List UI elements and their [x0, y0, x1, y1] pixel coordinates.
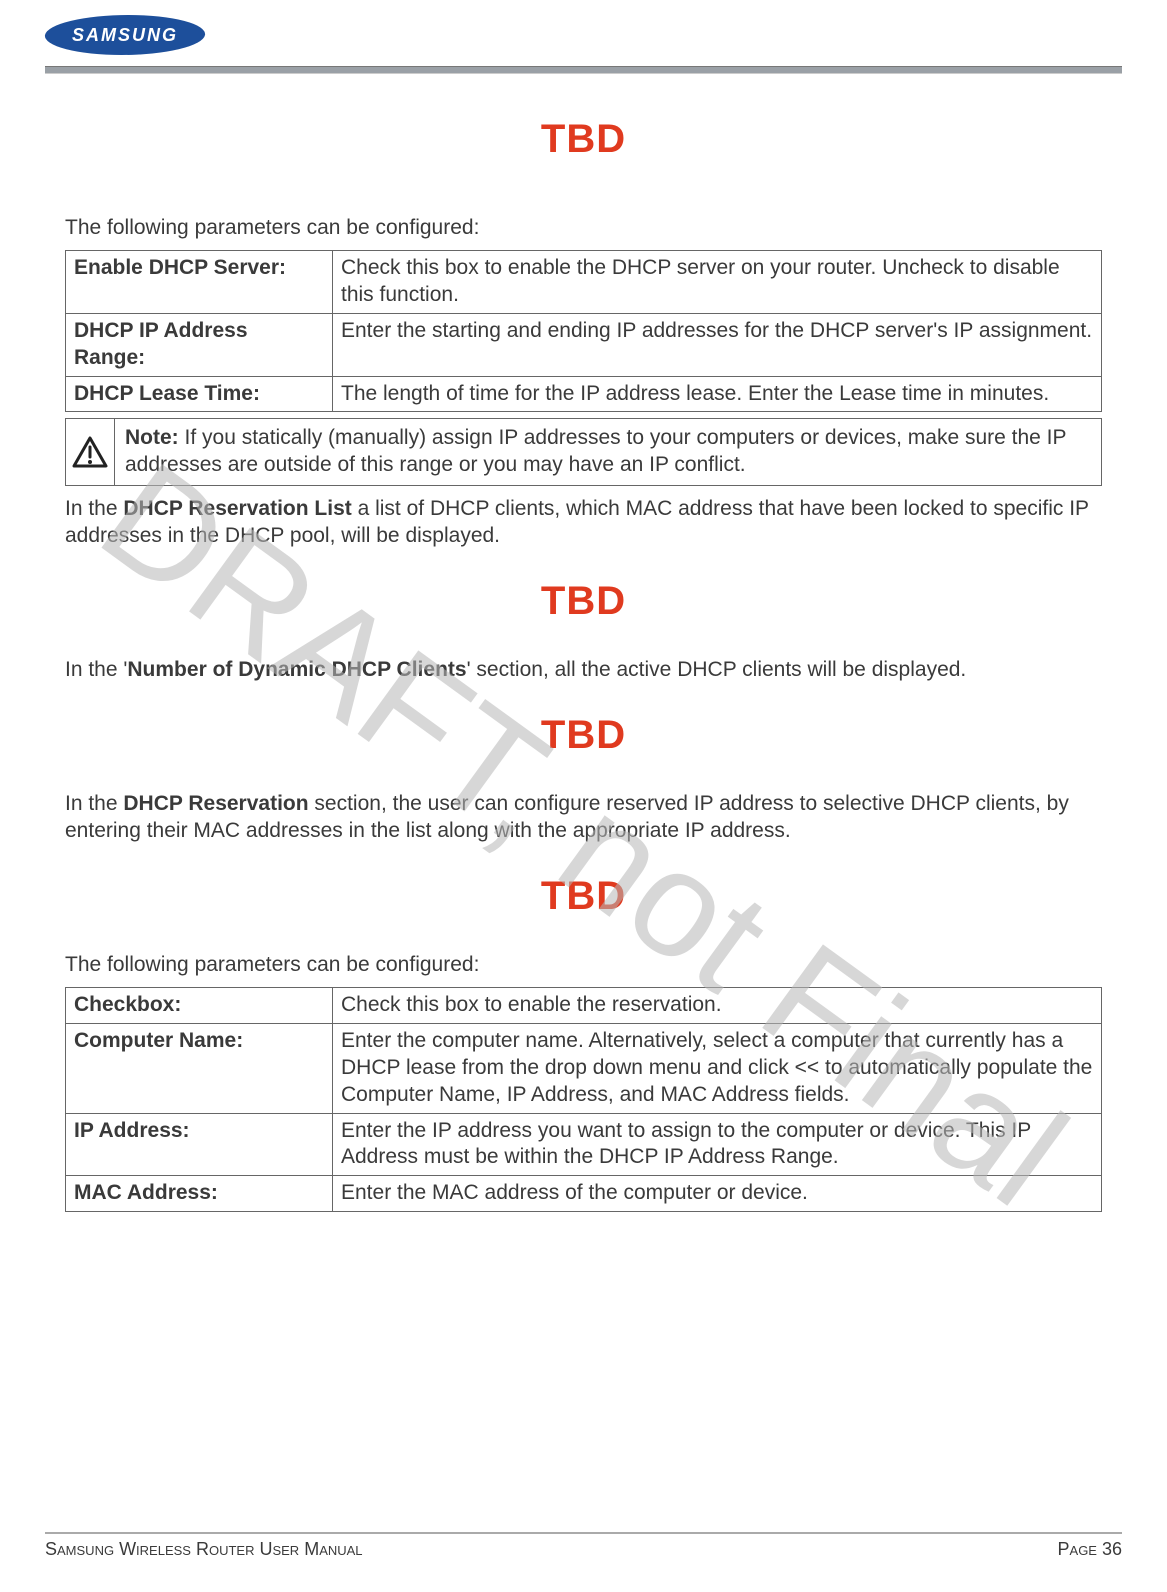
table-row: MAC Address: Enter the MAC address of th… — [66, 1176, 1102, 1212]
param-desc: Enter the starting and ending IP address… — [333, 313, 1102, 376]
param-label: Enable DHCP Server: — [66, 251, 333, 314]
samsung-logo: SAMSUNG — [45, 15, 205, 55]
text: ' section, all the active DHCP clients w… — [467, 658, 967, 681]
note-text: Note: If you statically (manually) assig… — [115, 419, 1101, 485]
note-label: Note: — [125, 426, 179, 449]
text: In the — [65, 792, 123, 815]
content: DRAFT, not Final TBD The following param… — [45, 114, 1122, 1212]
tbd-1: TBD — [65, 114, 1102, 165]
text: In the — [65, 497, 123, 520]
param-label: DHCP IP Address Range: — [66, 313, 333, 376]
params-table-1: Enable DHCP Server: Check this box to en… — [65, 250, 1102, 412]
param-desc: The length of time for the IP address le… — [333, 376, 1102, 412]
params-table-2: Checkbox: Check this box to enable the r… — [65, 987, 1102, 1212]
warning-icon — [66, 419, 115, 485]
param-label: IP Address: — [66, 1113, 333, 1176]
table-row: DHCP Lease Time: The length of time for … — [66, 376, 1102, 412]
footer: Samsung Wireless Router User Manual Page… — [45, 1539, 1122, 1560]
tbd-3: TBD — [65, 710, 1102, 761]
page: SAMSUNG DRAFT, not Final TBD The followi… — [0, 0, 1167, 1592]
param-desc: Check this box to enable the reservation… — [333, 988, 1102, 1024]
note-body: If you statically (manually) assign IP a… — [125, 426, 1066, 476]
param-label: Computer Name: — [66, 1023, 333, 1113]
param-desc: Enter the IP address you want to assign … — [333, 1113, 1102, 1176]
intro-2: The following parameters can be configur… — [65, 952, 1102, 979]
header: SAMSUNG — [45, 10, 1122, 60]
dynamic-clients-paragraph: In the 'Number of Dynamic DHCP Clients' … — [65, 657, 1102, 684]
footer-left: Samsung Wireless Router User Manual — [45, 1539, 363, 1560]
tbd-4: TBD — [65, 871, 1102, 922]
table-row: IP Address: Enter the IP address you wan… — [66, 1113, 1102, 1176]
intro-1: The following parameters can be configur… — [65, 215, 1102, 242]
param-desc: Check this box to enable the DHCP server… — [333, 251, 1102, 314]
table-row: Checkbox: Check this box to enable the r… — [66, 988, 1102, 1024]
footer-rule — [45, 1532, 1122, 1534]
param-label: DHCP Lease Time: — [66, 376, 333, 412]
text-strong: DHCP Reservation — [123, 792, 308, 815]
table-row: Enable DHCP Server: Check this box to en… — [66, 251, 1102, 314]
note-box: Note: If you statically (manually) assig… — [65, 418, 1102, 486]
table-row: Computer Name: Enter the computer name. … — [66, 1023, 1102, 1113]
param-desc: Enter the computer name. Alternatively, … — [333, 1023, 1102, 1113]
param-desc: Enter the MAC address of the computer or… — [333, 1176, 1102, 1212]
text-strong: DHCP Reservation List — [123, 497, 351, 520]
param-label: MAC Address: — [66, 1176, 333, 1212]
text-strong: Number of Dynamic DHCP Clients — [127, 658, 466, 681]
header-rule — [45, 66, 1122, 74]
tbd-2: TBD — [65, 576, 1102, 627]
table-row: DHCP IP Address Range: Enter the startin… — [66, 313, 1102, 376]
reservation-paragraph: In the DHCP Reservation section, the use… — [65, 791, 1102, 845]
footer-right: Page 36 — [1058, 1539, 1122, 1560]
logo-text: SAMSUNG — [45, 25, 205, 46]
param-label: Checkbox: — [66, 988, 333, 1024]
text: In the ' — [65, 658, 127, 681]
reservation-list-paragraph: In the DHCP Reservation List a list of D… — [65, 496, 1102, 550]
